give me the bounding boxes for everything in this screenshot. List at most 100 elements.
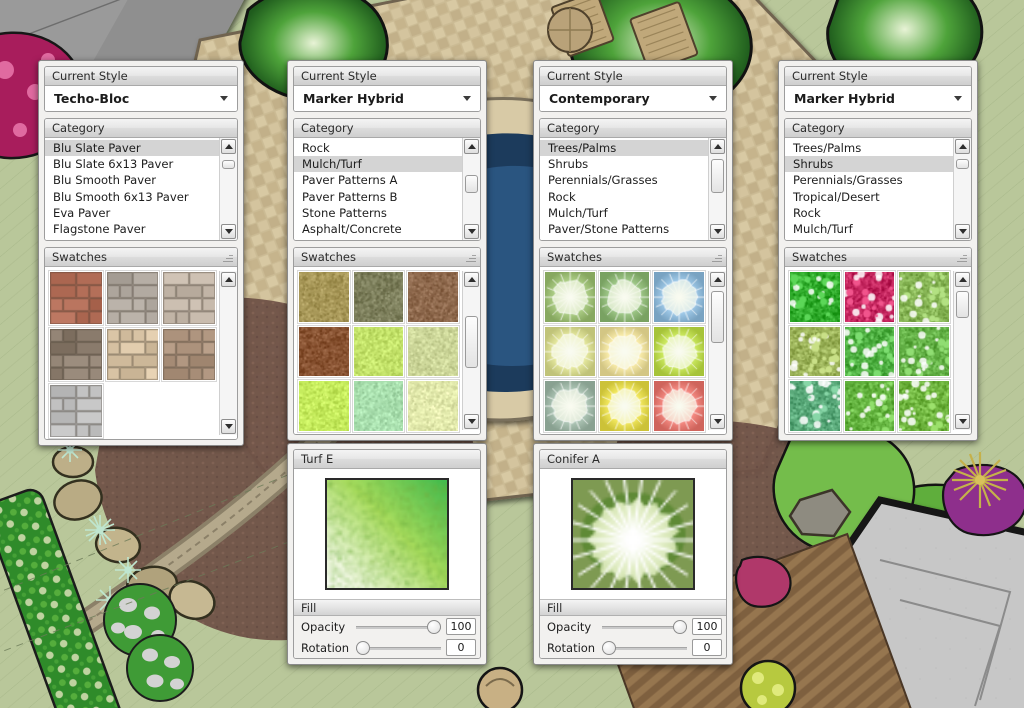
swatches-scroll-thumb[interactable] (465, 316, 478, 369)
opacity-slider-track[interactable] (356, 620, 441, 634)
category-scroll-thumb[interactable] (711, 159, 724, 193)
swatch-tile[interactable] (407, 380, 459, 432)
swatch-tile[interactable] (49, 328, 103, 382)
rotation-slider-knob[interactable] (356, 641, 370, 655)
category-list[interactable]: Trees/PalmsShrubsPerennials/GrassesTropi… (785, 138, 953, 240)
swatch-grid[interactable] (298, 271, 462, 430)
swatches-scroll-thumb[interactable] (711, 291, 724, 344)
swatch-tile[interactable] (789, 271, 841, 323)
scroll-up-arrow-icon[interactable] (221, 272, 236, 287)
category-item[interactable]: Paver Patterns B (294, 189, 462, 205)
swatches-area[interactable] (294, 267, 480, 434)
category-scrollbar[interactable] (953, 138, 971, 240)
opacity-row[interactable]: Opacity 100 (294, 616, 480, 637)
category-item[interactable]: Mulch/Turf (294, 156, 462, 172)
swatch-tile[interactable] (844, 326, 896, 378)
opacity-slider-knob[interactable] (427, 620, 441, 634)
swatch-grid[interactable] (49, 271, 219, 435)
swatch-tile[interactable] (544, 380, 596, 432)
swatch-tile[interactable] (162, 271, 216, 325)
rotation-value-field[interactable]: 0 (446, 639, 476, 656)
swatch-tile[interactable] (599, 380, 651, 432)
category-listbox[interactable]: Trees/PalmsShrubsPerennials/GrassesRockM… (540, 138, 726, 240)
swatch-tile[interactable] (106, 328, 160, 382)
resize-grip-icon[interactable] (956, 253, 967, 264)
resize-grip-icon[interactable] (711, 253, 722, 264)
style-panel-shrubs[interactable]: Current Style Marker Hybrid Category Tre… (778, 60, 978, 441)
swatch-tile[interactable] (353, 380, 405, 432)
category-item[interactable]: Shrubs (540, 156, 708, 172)
category-scroll-thumb[interactable] (222, 160, 235, 169)
swatches-scrollbar[interactable] (462, 271, 480, 430)
swatch-tile[interactable] (898, 271, 950, 323)
swatch-tile[interactable] (599, 326, 651, 378)
rotation-row[interactable]: Rotation 0 (294, 637, 480, 658)
swatches-scroll-track[interactable] (954, 288, 971, 413)
current-style-dropdown[interactable]: Contemporary (540, 86, 726, 111)
swatch-tile[interactable] (544, 326, 596, 378)
scroll-up-arrow-icon[interactable] (955, 272, 970, 287)
category-list[interactable]: Blu Slate PaverBlu Slate 6x13 PaverBlu S… (45, 138, 219, 240)
current-style-dropdown[interactable]: Marker Hybrid (294, 86, 480, 111)
category-listbox[interactable]: Blu Slate PaverBlu Slate 6x13 PaverBlu S… (45, 138, 237, 240)
scroll-down-arrow-icon[interactable] (464, 414, 479, 429)
swatches-scroll-track[interactable] (709, 288, 726, 413)
category-scroll-track[interactable] (709, 155, 726, 223)
scroll-down-arrow-icon[interactable] (221, 224, 236, 239)
swatches-scroll-track[interactable] (220, 288, 237, 418)
rotation-slider-knob[interactable] (602, 641, 616, 655)
swatches-scrollbar[interactable] (953, 271, 971, 430)
category-list[interactable]: RockMulch/TurfPaver Patterns APaver Patt… (294, 138, 462, 240)
swatch-grid[interactable] (789, 271, 953, 430)
category-item[interactable]: Blu Smooth Paver (45, 172, 219, 188)
category-item[interactable]: Rock (540, 189, 708, 205)
scroll-up-arrow-icon[interactable] (221, 139, 236, 154)
swatch-tile[interactable] (407, 326, 459, 378)
swatch-tile[interactable] (789, 326, 841, 378)
style-panel-mulch-turf[interactable]: Current Style Marker Hybrid Category Roc… (287, 60, 487, 441)
swatches-area[interactable] (45, 267, 237, 439)
category-item[interactable]: Mulch/Turf (785, 221, 953, 237)
category-scrollbar[interactable] (708, 138, 726, 240)
category-item[interactable]: Shrubs (785, 156, 953, 172)
preview-swatch-conifer[interactable] (571, 478, 695, 590)
category-scrollbar[interactable] (462, 138, 480, 240)
scroll-up-arrow-icon[interactable] (464, 272, 479, 287)
category-item[interactable]: Trees/Palms (540, 140, 708, 156)
opacity-slider-track[interactable] (602, 620, 687, 634)
preview-panel-conifer[interactable]: Conifer A Fill Opacity 100 Rotation 0 (533, 443, 733, 665)
category-item[interactable]: Trees/Palms (785, 140, 953, 156)
scroll-down-arrow-icon[interactable] (464, 224, 479, 239)
rotation-row[interactable]: Rotation 0 (540, 637, 726, 658)
swatch-tile[interactable] (898, 326, 950, 378)
category-listbox[interactable]: Trees/PalmsShrubsPerennials/GrassesTropi… (785, 138, 971, 240)
category-scroll-thumb[interactable] (956, 159, 969, 169)
scroll-down-arrow-icon[interactable] (221, 419, 236, 434)
rotation-slider-track[interactable] (602, 641, 687, 655)
resize-grip-icon[interactable] (222, 253, 233, 264)
swatch-tile[interactable] (298, 326, 350, 378)
scroll-up-arrow-icon[interactable] (710, 139, 725, 154)
swatch-tile[interactable] (106, 271, 160, 325)
scroll-down-arrow-icon[interactable] (710, 224, 725, 239)
swatches-area[interactable] (540, 267, 726, 434)
category-item[interactable]: Stone Patterns (294, 205, 462, 221)
category-scroll-track[interactable] (220, 155, 237, 223)
swatch-tile[interactable] (353, 326, 405, 378)
swatch-tile[interactable] (162, 328, 216, 382)
swatch-tile[interactable] (789, 380, 841, 432)
swatch-tile[interactable] (844, 271, 896, 323)
swatch-tile[interactable] (599, 271, 651, 323)
resize-grip-icon[interactable] (465, 253, 476, 264)
category-item[interactable]: Blu Slate 6x13 Paver (45, 156, 219, 172)
preview-swatch-turf[interactable] (325, 478, 449, 590)
scroll-down-arrow-icon[interactable] (710, 414, 725, 429)
category-item[interactable]: Eva Paver (45, 205, 219, 221)
scroll-up-arrow-icon[interactable] (955, 139, 970, 154)
swatch-tile[interactable] (298, 380, 350, 432)
swatches-scrollbar[interactable] (219, 271, 237, 435)
rotation-slider-track[interactable] (356, 641, 441, 655)
opacity-value-field[interactable]: 100 (446, 618, 476, 635)
swatches-scroll-thumb[interactable] (956, 291, 969, 319)
swatch-grid[interactable] (544, 271, 708, 430)
